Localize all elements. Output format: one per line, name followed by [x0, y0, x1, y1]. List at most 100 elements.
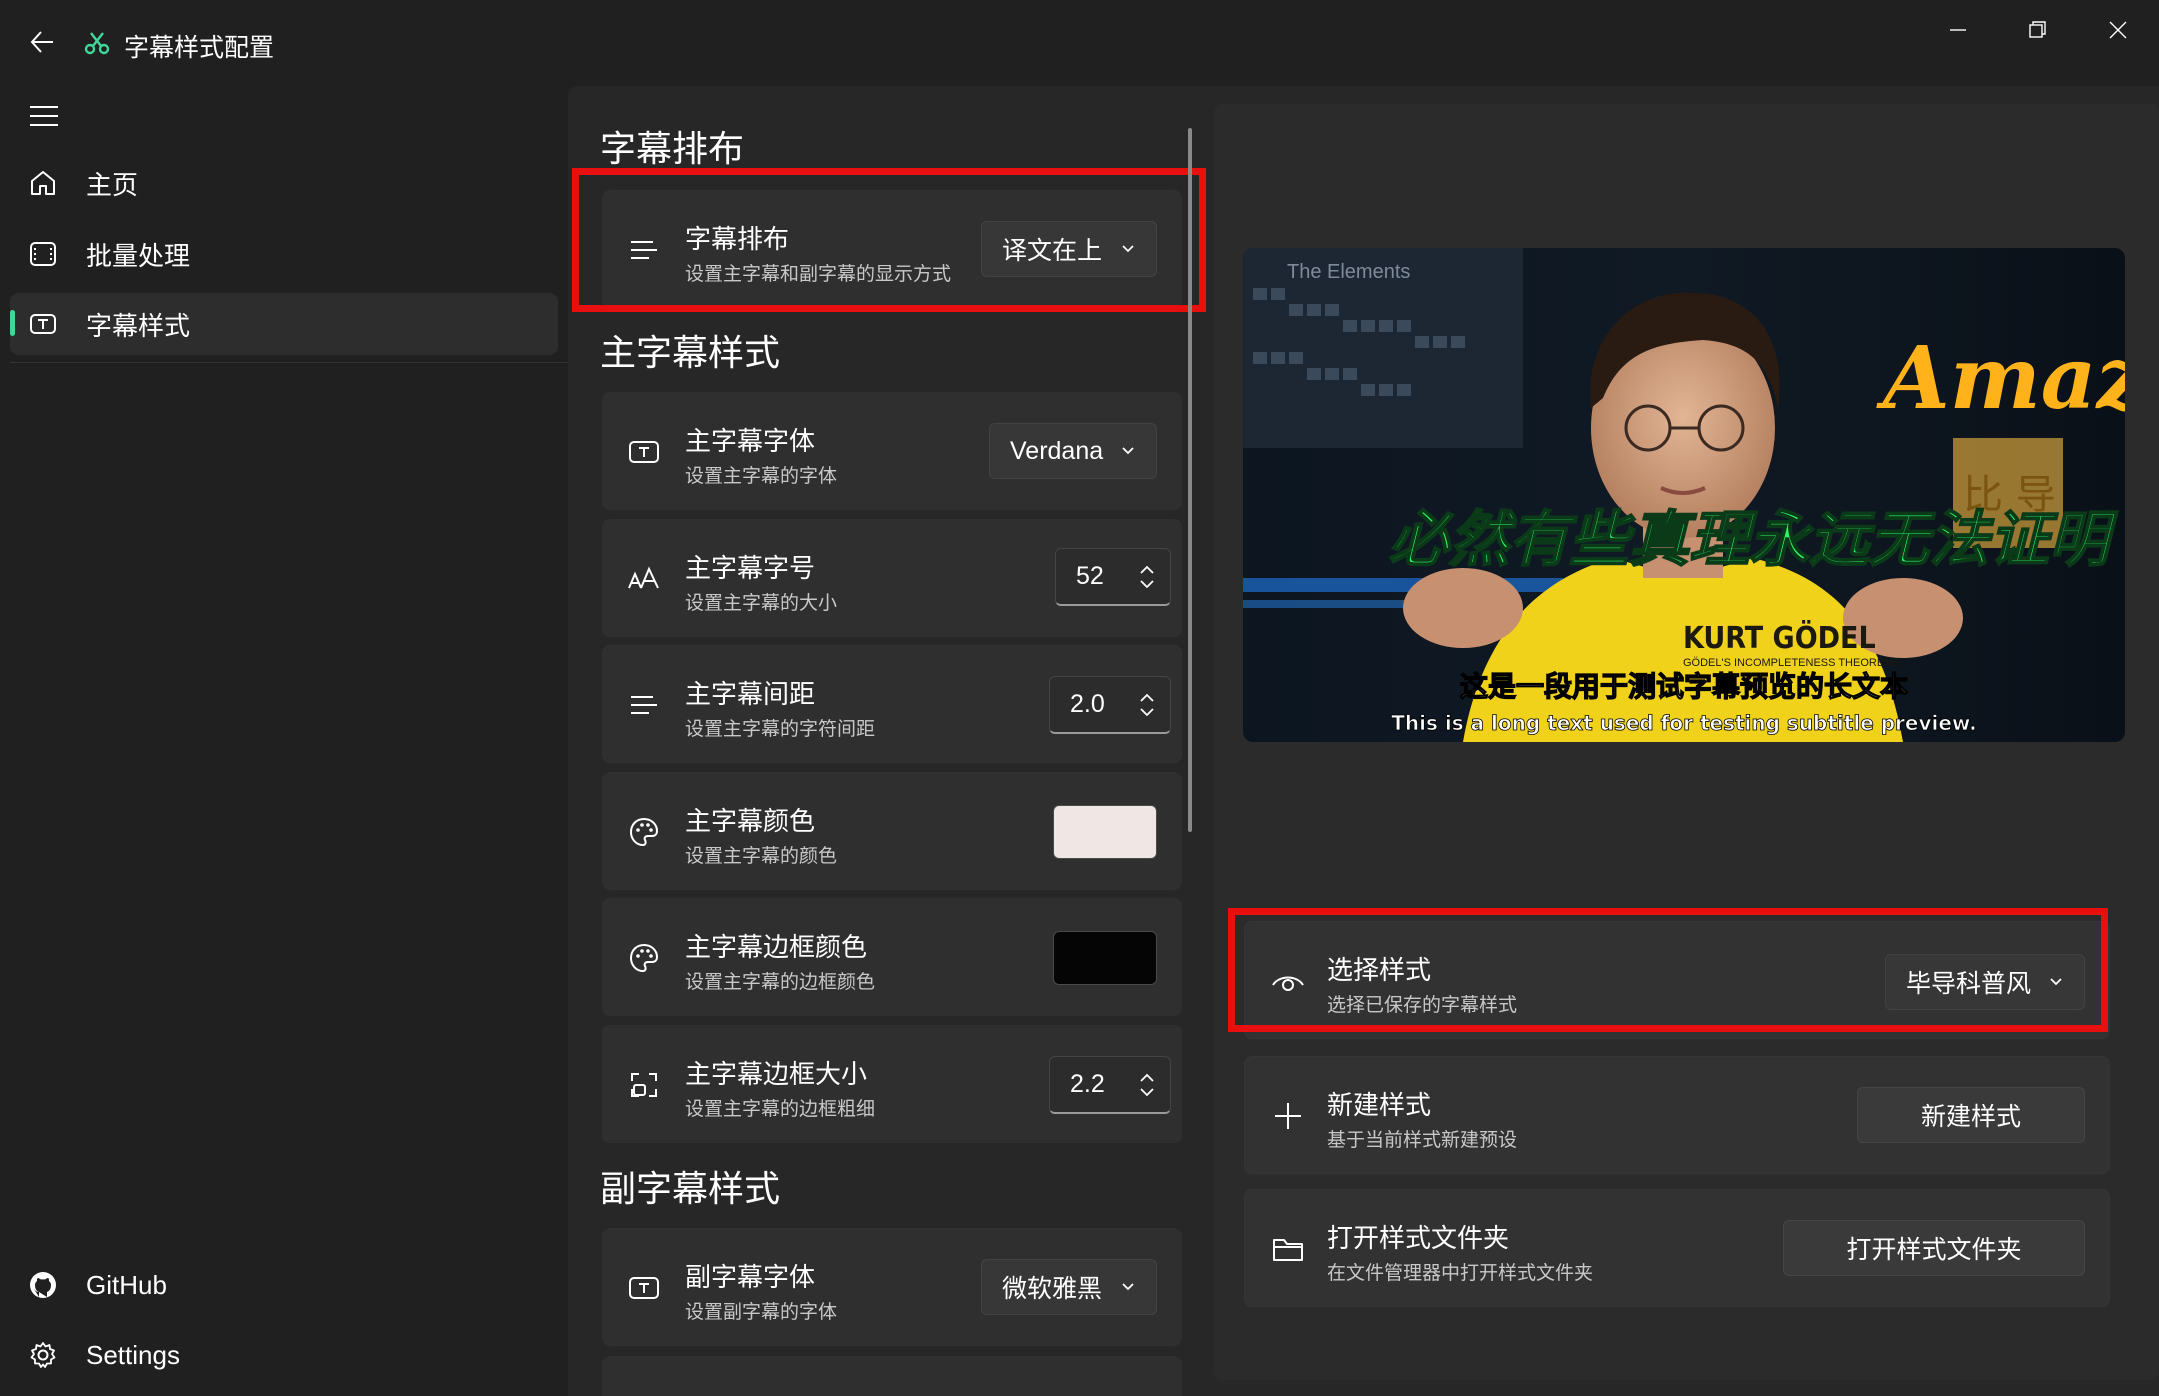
sidebar-item-label: GitHub: [86, 1269, 167, 1300]
spin-arrows-icon[interactable]: [1138, 690, 1156, 720]
scrollbar[interactable]: [1188, 128, 1192, 832]
main-spacing-card: 主字幕间距 设置主字幕的字符间距 2.0: [602, 645, 1182, 763]
font-size-icon: [625, 560, 663, 598]
spinbox-value: 2.2: [1070, 1070, 1105, 1098]
section-title-secondary: 副字幕样式: [600, 1168, 781, 1209]
sidebar-divider: [10, 362, 568, 363]
plus-icon: [1269, 1097, 1307, 1135]
sidebar-item-batch[interactable]: 批量处理: [10, 223, 558, 285]
main-border-size-spinbox[interactable]: 2.2: [1049, 1056, 1171, 1114]
main-spacing-spinbox[interactable]: 2.0: [1049, 676, 1171, 734]
border-color-swatch[interactable]: [1053, 931, 1157, 985]
spin-arrows-icon[interactable]: [1138, 562, 1156, 592]
close-icon: [2109, 21, 2127, 39]
sidebar-item-subtitle-style[interactable]: 字幕样式: [10, 293, 558, 355]
home-icon: [26, 166, 60, 200]
minimize-button[interactable]: [1918, 0, 1998, 60]
secondary-font-card: 副字幕字体 设置副字幕的字体 微软雅黑: [602, 1228, 1182, 1346]
preview-caption-cn: 这是一段用于测试字幕预览的长文本: [1460, 670, 1908, 703]
scissors-icon: [82, 28, 112, 58]
main-font-card: 主字幕字体 设置主字幕的字体 Verdana: [602, 392, 1182, 510]
hamburger-icon: [30, 106, 58, 126]
border-size-icon: [625, 1066, 663, 1104]
chevron-down-icon: [1122, 447, 1134, 455]
hamburger-button[interactable]: [24, 96, 64, 136]
shirt-print-text: KURT GÖDEL: [1683, 619, 1876, 656]
sidebar-item-label: 批量处理: [86, 240, 191, 271]
window-title: 字幕样式配置: [124, 34, 275, 62]
next-card-partial: [602, 1356, 1182, 1396]
main-color-card: 主字幕颜色 设置主字幕的颜色: [602, 772, 1182, 890]
main-color-swatch[interactable]: [1053, 805, 1157, 859]
section-title-layout: 字幕排布: [600, 128, 745, 169]
card-title: 主字幕边框大小: [685, 1059, 868, 1089]
minimize-icon: [1950, 29, 1966, 31]
card-description: 设置主字幕的字符间距: [685, 719, 876, 740]
gear-icon: [26, 1338, 60, 1372]
title-bar: 字幕样式配置: [0, 0, 2159, 86]
preview-caption-en: This is a long text used for testing sub…: [1391, 711, 1976, 735]
main-border-size-card: 主字幕边框大小 设置主字幕的边框粗细 2.2: [602, 1025, 1182, 1143]
shirt-print-subtext: GÖDEL'S INCOMPLETENESS THEOREMS: [1683, 657, 1901, 669]
card-description: 基于当前样式新建预设: [1327, 1130, 1518, 1151]
main-font-dropdown[interactable]: Verdana: [989, 423, 1157, 479]
font-icon: [625, 1269, 663, 1307]
spinbox-value: 2.0: [1070, 690, 1105, 718]
arrow-left-icon: [30, 31, 53, 53]
sidebar-item-settings[interactable]: Settings: [10, 1324, 558, 1386]
sidebar-item-label: Settings: [86, 1339, 180, 1370]
board-text: The Elements: [1287, 261, 1410, 283]
back-button[interactable]: [20, 20, 64, 64]
secondary-font-dropdown[interactable]: 微软雅黑: [981, 1259, 1157, 1315]
card-description: 设置主字幕的边框颜色: [685, 972, 876, 993]
subtitle-preview-image: The Elements Amazin 比 导 KURT GÖDEL GÖDEL…: [1243, 248, 2125, 742]
card-description: 设置主字幕的颜色: [685, 846, 838, 867]
sidebar-item-label: 主页: [86, 169, 139, 200]
chevron-down-icon: [1122, 1283, 1134, 1291]
card-title: 主字幕字体: [685, 426, 816, 456]
spinbox-value: 52: [1076, 562, 1104, 590]
card-description: 设置主字幕的大小: [685, 593, 838, 614]
card-description: 在文件管理器中打开样式文件夹: [1327, 1263, 1594, 1284]
highlight-box-layout: [572, 168, 1206, 312]
card-title: 新建样式: [1327, 1090, 1432, 1120]
card-title: 副字幕字体: [685, 1262, 816, 1292]
dropdown-value: 微软雅黑: [1002, 1275, 1103, 1303]
card-title: 打开样式文件夹: [1327, 1223, 1510, 1253]
folder-icon: [1269, 1230, 1307, 1268]
sidebar-item-github[interactable]: GitHub: [10, 1254, 558, 1316]
spin-arrows-icon[interactable]: [1138, 1070, 1156, 1100]
sidebar-item-label: 字幕样式: [86, 310, 191, 341]
preview-main-subtitle: 必然有些真理永远无法证明: [1389, 505, 2118, 575]
card-title: 主字幕字号: [685, 553, 816, 583]
new-style-button[interactable]: 新建样式: [1857, 1087, 2085, 1143]
github-icon: [26, 1268, 60, 1302]
open-folder-card: 打开样式文件夹 在文件管理器中打开样式文件夹 打开样式文件夹: [1244, 1189, 2110, 1307]
card-description: 设置副字幕的字体: [685, 1302, 838, 1323]
selection-indicator: [10, 310, 15, 336]
card-title: 主字幕边框颜色: [685, 932, 868, 962]
card-description: 设置主字幕的字体: [685, 466, 838, 487]
highlight-box-select-style: [1228, 908, 2108, 1032]
open-folder-button[interactable]: 打开样式文件夹: [1783, 1220, 2085, 1276]
neon-sign-text: Amazin: [1876, 328, 2125, 429]
align-lines-icon: [625, 686, 663, 724]
main-size-card: 主字幕字号 设置主字幕的大小 52: [602, 519, 1182, 637]
restore-button[interactable]: [1998, 0, 2078, 60]
palette-icon: [625, 813, 663, 851]
sidebar-item-home[interactable]: 主页: [10, 152, 558, 214]
new-style-card: 新建样式 基于当前样式新建预设 新建样式: [1244, 1056, 2110, 1174]
text-box-icon: [26, 307, 60, 341]
card-description: 设置主字幕的边框粗细: [685, 1099, 876, 1120]
card-title: 主字幕颜色: [685, 806, 816, 836]
dropdown-value: Verdana: [1010, 436, 1104, 465]
palette-icon: [625, 939, 663, 977]
batch-icon: [26, 237, 60, 271]
restore-icon: [2029, 21, 2046, 38]
close-button[interactable]: [2078, 0, 2158, 60]
main-border-color-card: 主字幕边框颜色 设置主字幕的边框颜色: [602, 898, 1182, 1016]
main-size-spinbox[interactable]: 52: [1055, 548, 1171, 606]
font-icon: [625, 433, 663, 471]
card-title: 主字幕间距: [685, 679, 816, 709]
section-title-main: 主字幕样式: [600, 332, 781, 373]
